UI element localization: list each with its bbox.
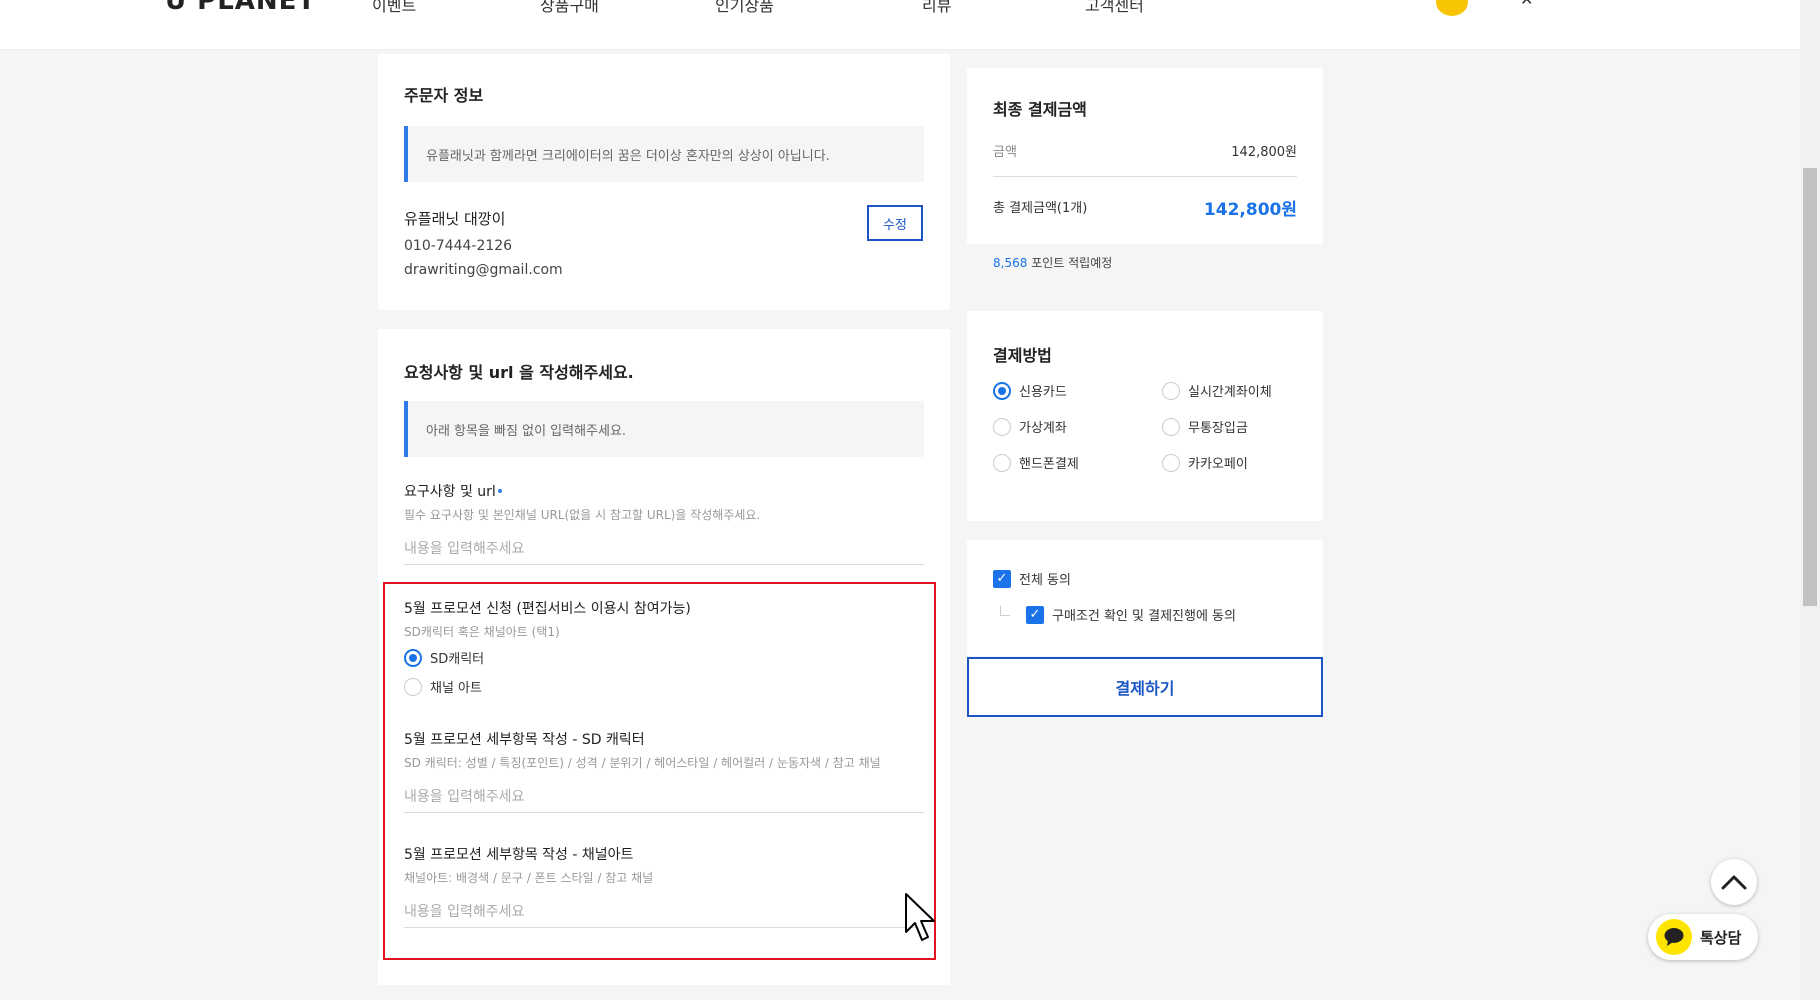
payment-phone-label: 핸드폰결제 — [1019, 457, 1079, 472]
orderer-phone: 010-7444-2126 — [404, 238, 513, 254]
summary-divider — [993, 176, 1297, 177]
request-notice: 아래 항목을 빠짐 없이 입력해주세요. — [404, 401, 924, 457]
payment-kakaopay-label: 카카오페이 — [1188, 457, 1248, 472]
checkbox-checked-icon[interactable]: ✓ — [1026, 605, 1044, 624]
agree-all-label: 전체 동의 — [1019, 573, 1071, 588]
edit-button[interactable]: 수정 — [867, 205, 923, 241]
payment-summary-card: 최종 결제금액 금액 142,800원 총 결제금액(1개) 142,800원 … — [967, 68, 1323, 278]
payment-realtime-transfer-label: 실시간계좌이체 — [1188, 385, 1272, 400]
summary-title: 최종 결제금액 — [993, 100, 1087, 119]
nav-item-popular[interactable]: 인기상품 — [715, 0, 774, 16]
payment-title: 결제방법 — [993, 346, 1052, 365]
mouse-cursor-icon — [905, 893, 935, 941]
cart-icon[interactable]: ✕ — [1520, 0, 1533, 9]
points-line: 8,568 포인트 적립예정 — [993, 254, 1112, 271]
avatar[interactable] — [1436, 0, 1468, 16]
field-requirements-label: 요구사항 및 url• — [404, 481, 504, 501]
payment-credit-card-label: 신용카드 — [1019, 385, 1067, 400]
points-footer: 8,568 포인트 적립예정 — [967, 244, 1323, 278]
nav-item-support[interactable]: 고객센터 — [1085, 0, 1144, 16]
amount-label: 금액 — [993, 145, 1017, 160]
nav-item-event[interactable]: 이벤트 — [372, 0, 416, 16]
radio-button[interactable] — [1162, 417, 1180, 436]
checkbox-checked-icon[interactable]: ✓ — [993, 569, 1011, 588]
scrollbar-thumb[interactable] — [1803, 168, 1817, 606]
radio-button[interactable] — [993, 453, 1011, 472]
radio-button[interactable] — [993, 417, 1011, 436]
amount-value: 142,800원 — [1231, 145, 1297, 160]
highlight-box — [383, 582, 936, 960]
payment-bank-deposit[interactable]: 무통장입금 — [1162, 417, 1248, 436]
site-logo[interactable]: U PLANET — [165, 0, 316, 16]
pay-button[interactable]: 결제하기 — [967, 657, 1323, 717]
scroll-top-button[interactable] — [1711, 859, 1757, 905]
field-requirements-label-text: 요구사항 및 url — [404, 484, 496, 500]
radio-button-selected[interactable] — [993, 381, 1011, 400]
agreement-card: ✓ 전체 동의 ✓ 구매조건 확인 및 결제진행에 동의 — [967, 540, 1323, 656]
chevron-up-icon — [1721, 875, 1747, 890]
agree-purchase[interactable]: ✓ 구매조건 확인 및 결제진행에 동의 — [1026, 605, 1236, 624]
payment-kakaopay[interactable]: 카카오페이 — [1162, 453, 1248, 472]
points-value: 8,568 — [993, 256, 1028, 270]
payment-virtual-account-label: 가상계좌 — [1019, 421, 1067, 436]
payment-virtual-account[interactable]: 가상계좌 — [993, 417, 1067, 436]
agree-purchase-label: 구매조건 확인 및 결제진행에 동의 — [1052, 609, 1236, 624]
payment-realtime-transfer[interactable]: 실시간계좌이체 — [1162, 381, 1272, 400]
nav-item-review[interactable]: 리뷰 — [922, 0, 951, 16]
orderer-email: drawriting@gmail.com — [404, 262, 563, 278]
total-label: 총 결제금액(1개) — [993, 201, 1088, 216]
field-requirements-help: 필수 요구사항 및 본인채널 URL(없을 시 참고할 URL)을 작성해주세요… — [404, 508, 761, 522]
request-notice-text: 아래 항목을 빠짐 없이 입력해주세요. — [426, 423, 627, 439]
required-mark: • — [495, 484, 505, 500]
chat-bubble-icon — [1656, 919, 1692, 955]
payment-bank-deposit-label: 무통장입금 — [1188, 421, 1248, 436]
orderer-notice: 유플래닛과 함께라면 크리에이터의 꿈은 더이상 혼자만의 상상이 아닙니다. — [404, 126, 924, 182]
radio-button[interactable] — [1162, 453, 1180, 472]
orderer-name: 유플래닛 대깡이 — [404, 210, 506, 228]
payment-phone[interactable]: 핸드폰결제 — [993, 453, 1079, 472]
request-title: 요청사항 및 url 을 작성해주세요. — [404, 363, 634, 382]
chat-label: 톡상담 — [1700, 928, 1742, 947]
requirements-input[interactable] — [404, 533, 924, 565]
radio-button[interactable] — [1162, 381, 1180, 400]
kakao-chat-button[interactable]: 톡상담 — [1648, 914, 1758, 960]
orderer-info-card: 주문자 정보 유플래닛과 함께라면 크리에이터의 꿈은 더이상 혼자만의 상상이… — [378, 54, 950, 310]
payment-method-card: 결제방법 신용카드 실시간계좌이체 가상계좌 무통장입금 핸드폰결제 카카오페이 — [967, 311, 1323, 521]
top-header: U PLANET 이벤트 상품구매 인기상품 리뷰 고객센터 ✕ — [0, 0, 1800, 50]
payment-credit-card[interactable]: 신용카드 — [993, 381, 1067, 400]
orderer-title: 주문자 정보 — [404, 86, 484, 105]
nav-item-shop[interactable]: 상품구매 — [540, 0, 599, 16]
total-value: 142,800원 — [1203, 200, 1297, 220]
points-text: 포인트 적립예정 — [1031, 256, 1113, 270]
agree-all[interactable]: ✓ 전체 동의 — [993, 569, 1071, 588]
orderer-notice-text: 유플래닛과 함께라면 크리에이터의 꿈은 더이상 혼자만의 상상이 아닙니다. — [426, 148, 830, 164]
tree-connector — [1000, 606, 1010, 616]
